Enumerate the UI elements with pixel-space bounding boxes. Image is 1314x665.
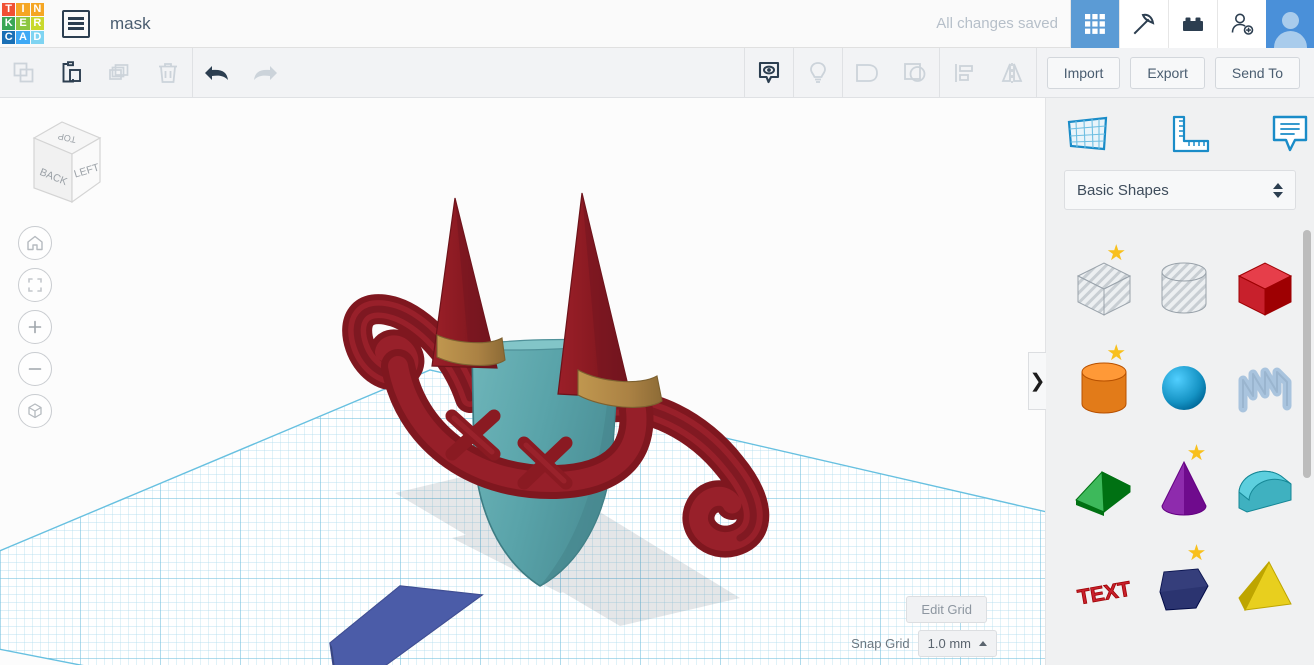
group-icon[interactable]	[843, 48, 891, 98]
redo-button[interactable]	[241, 48, 289, 98]
import-button[interactable]: Import	[1046, 56, 1121, 89]
ungroup-icon[interactable]	[891, 48, 939, 98]
avatar[interactable]	[1266, 0, 1314, 48]
scribble-shape[interactable]	[1225, 338, 1305, 438]
workplane-scene	[0, 98, 1045, 665]
shape-category-select[interactable]: Basic Shapes	[1064, 170, 1296, 210]
star-icon[interactable]: ★	[1106, 342, 1128, 364]
snap-grid-value: 1.0 mm	[927, 636, 971, 651]
logo-letter-e: E	[16, 16, 30, 31]
duplicate-button[interactable]	[96, 48, 144, 98]
ruler-tab[interactable]	[1165, 109, 1214, 159]
lego-brick-icon[interactable]	[1168, 0, 1217, 48]
svg-text:TEXT: TEXT	[1076, 577, 1133, 609]
shape-category-value: Basic Shapes	[1077, 181, 1169, 199]
perspective-toggle-button[interactable]	[18, 394, 52, 428]
snap-grid-label: Snap Grid	[851, 636, 910, 651]
box-hole-shape[interactable]: ★	[1064, 238, 1144, 338]
edit-grid-button[interactable]: Edit Grid	[906, 596, 987, 623]
lightbulb-icon[interactable]	[794, 48, 842, 98]
box-shape[interactable]	[1225, 238, 1305, 338]
shapes-side-panel: Basic Shapes ★ ★ ★ TEXT ★	[1045, 98, 1314, 665]
roof-shape[interactable]	[1064, 438, 1144, 538]
zoom-in-button[interactable]	[18, 310, 52, 344]
logo-letter-d: D	[30, 31, 44, 45]
note-tab[interactable]	[1265, 109, 1314, 159]
snap-grid-select[interactable]: 1.0 mm	[917, 630, 997, 657]
toolbar-divider-6	[1035, 47, 1037, 98]
star-icon[interactable]: ★	[1106, 242, 1128, 264]
stepper-icon	[1273, 182, 1283, 198]
shape-library-grid: ★ ★ ★ TEXT ★	[1046, 228, 1314, 665]
show-hide-icon[interactable]	[745, 48, 793, 98]
top-header-bar: TINKERCAD mask All changes saved	[0, 0, 1314, 48]
sphere-shape[interactable]	[1144, 338, 1224, 438]
star-icon[interactable]: ★	[1187, 442, 1209, 464]
zoom-out-button[interactable]	[18, 352, 52, 386]
text-shape[interactable]: TEXT	[1064, 538, 1144, 638]
undo-button[interactable]	[193, 48, 241, 98]
workplane-tab[interactable]	[1064, 109, 1113, 159]
logo-letter-i: I	[16, 2, 30, 16]
cylinder-hole-shape[interactable]	[1144, 238, 1224, 338]
round-roof-shape[interactable]	[1225, 438, 1305, 538]
align-icon[interactable]	[940, 48, 988, 98]
tube-shape[interactable]	[1064, 638, 1144, 665]
home-view-button[interactable]	[18, 226, 52, 260]
save-status-text: All changes saved	[936, 15, 1058, 32]
paraboloid-shape[interactable]	[1225, 638, 1305, 665]
fit-to-view-button[interactable]	[18, 268, 52, 302]
logo-letter-k: K	[2, 16, 16, 31]
star-icon[interactable]: ★	[1187, 542, 1209, 564]
logo-letter-a: A	[16, 31, 30, 45]
copy-button[interactable]	[0, 48, 48, 98]
logo-letter-c: C	[2, 31, 16, 45]
panel-collapse-button[interactable]: ❯	[1028, 352, 1046, 410]
logo-letter-t: T	[2, 2, 16, 16]
snap-grid-control: Snap Grid 1.0 mm	[851, 630, 997, 657]
cylinder-shape[interactable]: ★	[1064, 338, 1144, 438]
view-cube[interactable]: TOP BACK LEFT	[14, 116, 114, 221]
logo-letter-r: R	[30, 16, 44, 31]
tinkercad-logo[interactable]: TINKERCAD	[0, 1, 46, 47]
cone-shape[interactable]: ★	[1144, 438, 1224, 538]
invite-person-icon[interactable]	[1217, 0, 1266, 48]
export-button[interactable]: Export	[1130, 56, 1205, 89]
mirror-icon[interactable]	[988, 48, 1036, 98]
polygon-shape[interactable]: ★	[1144, 538, 1224, 638]
3d-viewport[interactable]: TOP BACK LEFT Edit Grid Snap Grid 1.0 mm	[0, 98, 1045, 665]
panel-tab-row	[1046, 98, 1314, 170]
grid-gallery-icon[interactable]	[1070, 0, 1119, 48]
page-title: mask	[110, 13, 151, 33]
edit-toolbar: Import Export Send To	[0, 47, 1314, 98]
pickaxe-minecraft-icon[interactable]	[1119, 0, 1168, 48]
caret-up-icon	[979, 641, 987, 646]
shape-panel-scrollbar[interactable]	[1303, 230, 1311, 478]
logo-letter-n: N	[30, 2, 44, 16]
send-to-button[interactable]: Send To	[1214, 56, 1300, 89]
paste-button[interactable]	[48, 48, 96, 98]
delete-button[interactable]	[144, 48, 192, 98]
project-menu-icon[interactable]	[62, 9, 90, 38]
pyramid-shape[interactable]	[1225, 538, 1305, 638]
polygon2-shape[interactable]	[1144, 638, 1224, 665]
